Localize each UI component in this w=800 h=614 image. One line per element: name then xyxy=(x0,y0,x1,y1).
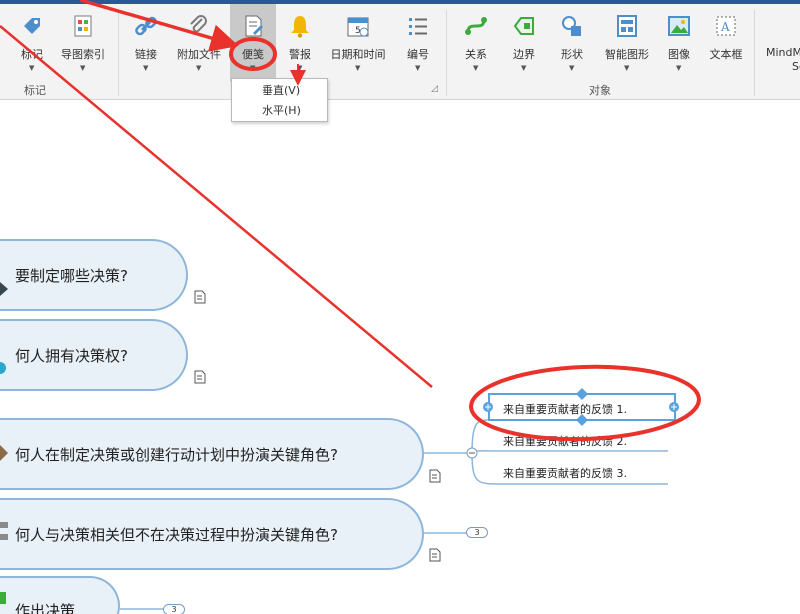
red-annotation-overlay xyxy=(0,0,701,442)
